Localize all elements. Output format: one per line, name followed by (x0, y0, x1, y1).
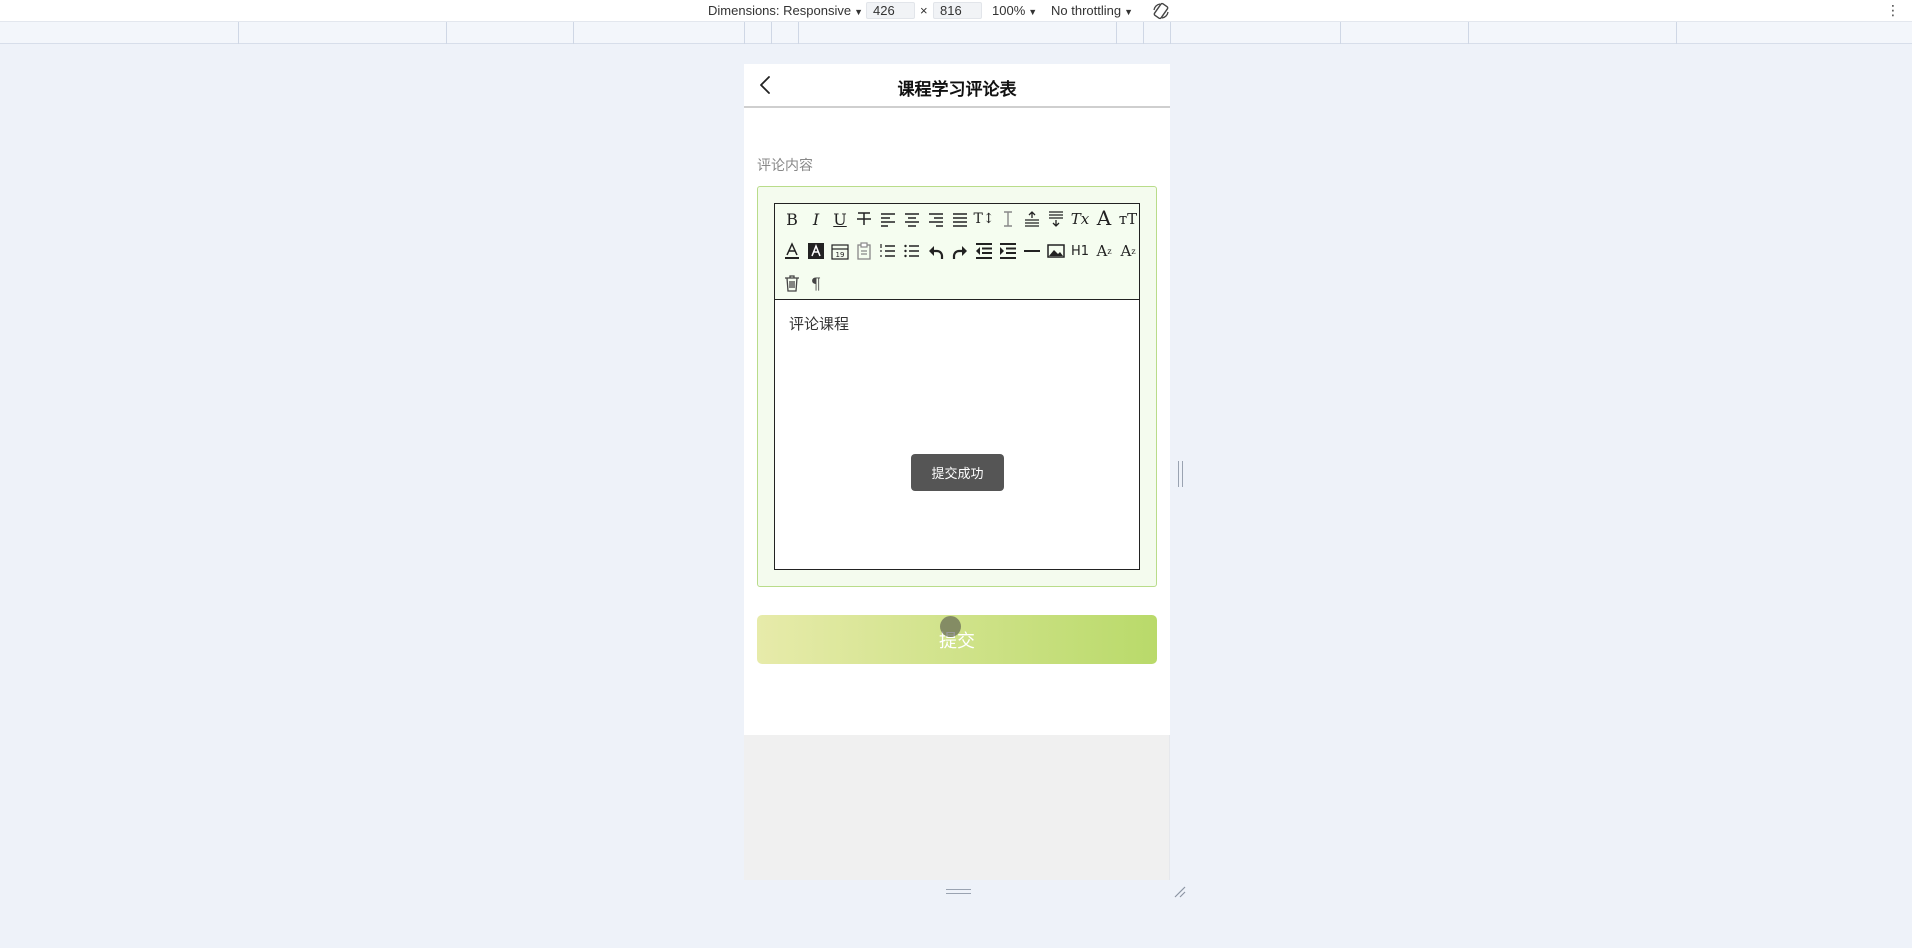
font-size-icon[interactable]: T↕ (973, 208, 995, 230)
ruler-tick (1143, 22, 1144, 44)
nav-bar: 课程学习评论表 (744, 64, 1170, 108)
paragraph-icon[interactable]: ¶ (805, 272, 827, 294)
underline-icon[interactable]: U (829, 208, 851, 230)
ruler-tick (1116, 22, 1117, 44)
ruler-tick (744, 22, 745, 44)
resize-handle-vertical[interactable] (946, 889, 971, 894)
ruler-tick (573, 22, 574, 44)
ruler-tick (1170, 22, 1171, 44)
strikethrough-icon[interactable] (853, 208, 875, 230)
paragraph-spacing-before-icon[interactable] (1021, 208, 1043, 230)
throttling-label: No throttling (1051, 3, 1122, 18)
paste-icon[interactable] (853, 240, 875, 262)
align-right-icon[interactable] (925, 208, 947, 230)
font-family-icon[interactable]: A (1093, 206, 1115, 230)
dimensions-dropdown[interactable]: Dimensions: Responsive ▼ (708, 3, 863, 18)
paragraph-spacing-after-icon[interactable] (1045, 208, 1067, 230)
unordered-list-icon[interactable] (901, 240, 923, 262)
device-viewport: 课程学习评论表 评论内容 B I U T↕ Tx A тT 19 H1 A z … (744, 64, 1170, 880)
heading-icon[interactable]: H1 (1069, 240, 1091, 262)
delete-icon[interactable] (781, 272, 803, 294)
ruler-tick (1676, 22, 1677, 44)
text-size-icon[interactable]: тT (1117, 208, 1139, 230)
zoom-label: 100% (992, 3, 1026, 18)
ordered-list-icon[interactable] (877, 240, 899, 262)
dimensions-label: Dimensions: Responsive (708, 3, 852, 18)
touch-indicator (940, 616, 961, 637)
ruler-tick (771, 22, 772, 44)
height-input[interactable]: 816 (933, 2, 982, 19)
ruler-tick (798, 22, 799, 44)
rich-text-editor: B I U T↕ Tx A тT 19 H1 A z A z ¶ 评论课程 (774, 203, 1140, 570)
align-center-icon[interactable] (901, 208, 923, 230)
editor-container: B I U T↕ Tx A тT 19 H1 A z A z ¶ 评论课程 (757, 186, 1157, 587)
background-color-icon[interactable] (805, 240, 827, 262)
resize-handle-horizontal[interactable] (1178, 461, 1183, 487)
chevron-down-icon: ▼ (1028, 7, 1038, 17)
page-title: 课程学习评论表 (897, 80, 1017, 100)
comment-content-label: 评论内容 (757, 158, 813, 174)
clear-format-icon[interactable]: Tx (1069, 208, 1091, 230)
superscript-icon[interactable]: Az (1117, 240, 1139, 262)
ruler-tick (1468, 22, 1469, 44)
date-icon[interactable]: 19 (829, 240, 851, 262)
svg-text:19: 19 (836, 251, 845, 259)
line-height-icon[interactable] (997, 208, 1019, 230)
outdent-icon[interactable] (973, 240, 995, 262)
chevron-down-icon: ▼ (854, 7, 863, 17)
redo-icon[interactable] (949, 240, 971, 262)
indent-icon[interactable] (997, 240, 1019, 262)
subscript-icon[interactable]: Az (1093, 240, 1115, 262)
font-color-icon[interactable] (781, 240, 803, 262)
horizontal-rule-icon[interactable] (1021, 240, 1043, 262)
comment-page: 课程学习评论表 评论内容 B I U T↕ Tx A тT 19 H1 A z … (744, 64, 1170, 735)
zoom-dropdown[interactable]: 100% ▼ (992, 3, 1037, 18)
times-sign: × (920, 3, 928, 18)
media-query-ruler (0, 22, 1912, 44)
device-toolbar: Dimensions: Responsive ▼ 426 × 816 100% ▼ … (0, 0, 1912, 22)
align-justify-icon[interactable] (949, 208, 971, 230)
ruler-tick (238, 22, 239, 44)
rotate-icon[interactable] (1151, 1, 1171, 21)
success-toast: 提交成功 (911, 454, 1004, 491)
ruler-tick (446, 22, 447, 44)
align-left-icon[interactable] (877, 208, 899, 230)
chevron-down-icon: ▼ (1124, 7, 1134, 17)
throttling-dropdown[interactable]: No throttling ▼ (1051, 3, 1133, 18)
ruler-tick (1340, 22, 1341, 44)
width-input[interactable]: 426 (866, 2, 915, 19)
editor-content-area[interactable]: 评论课程 (775, 301, 1139, 569)
editor-toolbar: B I U T↕ Tx A тT 19 H1 A z A z ¶ (775, 204, 1139, 300)
resize-corner-icon[interactable] (1172, 884, 1186, 898)
undo-icon[interactable] (925, 240, 947, 262)
more-options-icon[interactable]: ⋮ (1886, 2, 1900, 19)
italic-icon[interactable]: I (805, 208, 827, 230)
image-icon[interactable] (1045, 240, 1067, 262)
bold-icon[interactable]: B (781, 208, 803, 230)
